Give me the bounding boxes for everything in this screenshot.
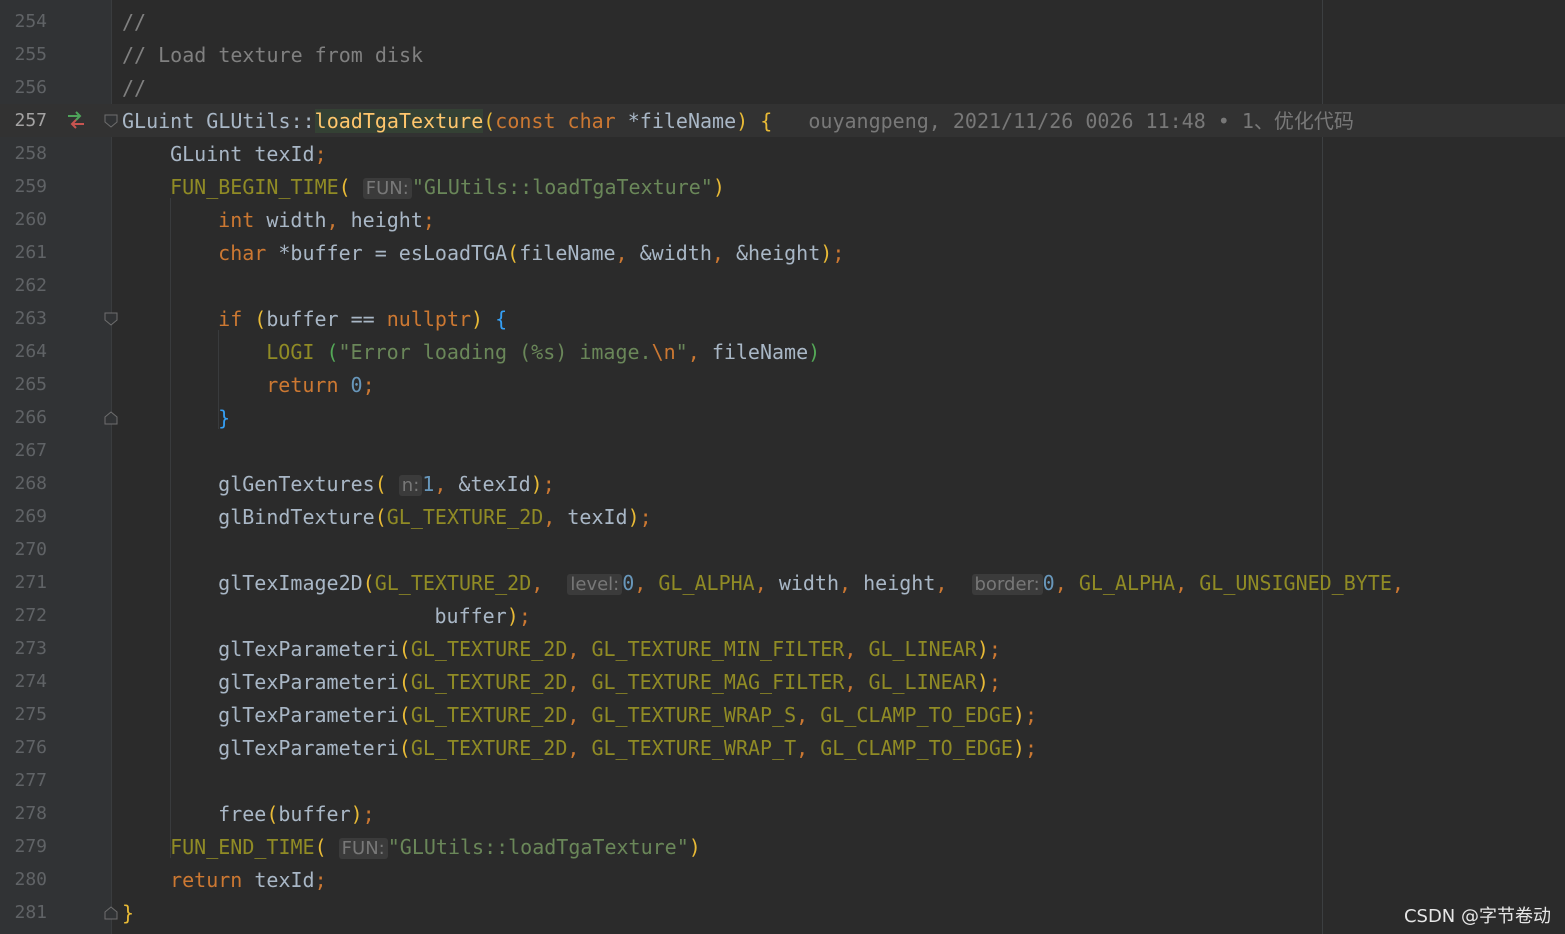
code-line[interactable]: 258 GLuint texId; (0, 137, 1565, 170)
code-text[interactable]: // Load texture from disk (122, 43, 423, 67)
code-line[interactable]: 272 buffer); (0, 599, 1565, 632)
fold-open-icon[interactable] (104, 312, 118, 326)
code-text[interactable]: return texId; (170, 868, 327, 892)
code-line[interactable]: 262 (0, 269, 1565, 302)
code-text[interactable]: } (122, 901, 134, 925)
code-text[interactable]: glTexParameteri(GL_TEXTURE_2D, GL_TEXTUR… (218, 736, 1037, 760)
param-hint: n: (398, 475, 423, 496)
code-line[interactable]: 280 return texId; (0, 863, 1565, 896)
fold-close-icon[interactable] (104, 411, 118, 425)
line-number[interactable]: 270 (0, 538, 47, 562)
line-number[interactable]: 255 (0, 43, 47, 67)
code-line[interactable]: 255 // Load texture from disk (0, 38, 1565, 71)
code-line[interactable]: 264 LOGI ("Error loading (%s) image.\n", … (0, 335, 1565, 368)
line-number[interactable]: 258 (0, 142, 47, 166)
fold-open-icon[interactable] (104, 114, 118, 128)
implements-arrows-icon[interactable] (66, 110, 86, 130)
code-line[interactable]: 281} (0, 896, 1565, 929)
line-number[interactable]: 256 (0, 76, 47, 100)
line-number[interactable]: 273 (0, 637, 47, 661)
line-number[interactable]: 277 (0, 769, 47, 793)
line-number[interactable]: 271 (0, 571, 47, 595)
code-line[interactable]: 269 glBindTexture(GL_TEXTURE_2D, texId); (0, 500, 1565, 533)
code-line[interactable]: 268 glGenTextures( n: 1, &texId); (0, 467, 1565, 500)
line-number[interactable]: 279 (0, 835, 47, 859)
code-line[interactable]: 275 glTexParameteri(GL_TEXTURE_2D, GL_TEX… (0, 698, 1565, 731)
line-number[interactable]: 280 (0, 868, 47, 892)
param-hint: border: (971, 574, 1043, 595)
code-editor[interactable]: 254//255// Load texture from disk 256//25… (0, 0, 1565, 934)
param-hint: FUN: (362, 178, 412, 199)
code-line[interactable]: 254 // (0, 5, 1565, 38)
code-line[interactable]: 271 glTexImage2D(GL_TEXTURE_2D, level: 0, … (0, 566, 1565, 599)
code-text[interactable]: GLuint texId; (170, 142, 327, 166)
line-number[interactable]: 263 (0, 307, 47, 331)
code-text[interactable]: LOGI ("Error loading (%s) image.\n", fil… (266, 340, 820, 364)
line-number[interactable]: 259 (0, 175, 47, 199)
code-line[interactable]: 267 (0, 434, 1565, 467)
code-text[interactable]: glGenTextures( n: 1, &texId); (218, 472, 555, 498)
code-line[interactable]: 277 (0, 764, 1565, 797)
code-text[interactable]: glTexParameteri(GL_TEXTURE_2D, GL_TEXTUR… (218, 703, 1037, 727)
code-text[interactable]: glTexImage2D(GL_TEXTURE_2D, level: 0, GL_… (218, 571, 1404, 597)
code-text[interactable]: char *buffer = esLoadTGA(fileName, &widt… (218, 241, 844, 265)
code-text[interactable]: if (buffer == nullptr) { (218, 307, 507, 331)
code-text[interactable]: GLuint GLUtils::loadTgaTexture(const cha… (122, 109, 1354, 133)
code-line[interactable]: 279 FUN_END_TIME( FUN: "GLUtils::loadTgaTe… (0, 830, 1565, 863)
line-number[interactable]: 268 (0, 472, 47, 496)
git-blame-annotation[interactable]: ouyangpeng, 2021/11/26 0026 11:48 • 1、优化… (808, 109, 1354, 133)
code-line[interactable]: 273 glTexParameteri(GL_TEXTURE_2D, GL_TEX… (0, 632, 1565, 665)
code-line[interactable]: 276 glTexParameteri(GL_TEXTURE_2D, GL_TEX… (0, 731, 1565, 764)
code-line[interactable]: 265 return 0; (0, 368, 1565, 401)
line-number[interactable]: 261 (0, 241, 47, 265)
code-text[interactable]: glBindTexture(GL_TEXTURE_2D, texId); (218, 505, 652, 529)
line-number[interactable]: 265 (0, 373, 47, 397)
line-number[interactable]: 275 (0, 703, 47, 727)
line-number[interactable]: 260 (0, 208, 47, 232)
code-line[interactable]: 260 int width, height; (0, 203, 1565, 236)
code-text[interactable]: } (218, 406, 230, 430)
code-text[interactable]: // (122, 76, 146, 100)
code-text[interactable]: free(buffer); (218, 802, 375, 826)
code-line[interactable]: 261 char *buffer = esLoadTGA(fileName, &w… (0, 236, 1565, 269)
code-text[interactable]: // (122, 10, 146, 34)
watermark: CSDN @字节卷动 (1403, 906, 1551, 927)
code-text[interactable]: FUN_BEGIN_TIME( FUN: "GLUtils::loadTgaTex… (170, 175, 725, 201)
line-number[interactable]: 266 (0, 406, 47, 430)
code-line[interactable]: 259 FUN_BEGIN_TIME( FUN: "GLUtils::loadTga… (0, 170, 1565, 203)
line-number[interactable]: 274 (0, 670, 47, 694)
line-number[interactable]: 281 (0, 901, 47, 925)
code-text[interactable]: FUN_END_TIME( FUN: "GLUtils::loadTgaTextu… (170, 835, 701, 861)
param-hint: FUN: (338, 838, 388, 859)
code-text[interactable]: glTexParameteri(GL_TEXTURE_2D, GL_TEXTUR… (218, 670, 1001, 694)
line-number[interactable]: 257 (0, 109, 47, 133)
code-text[interactable]: buffer); (435, 604, 531, 628)
code-line[interactable]: 270 (0, 533, 1565, 566)
line-number[interactable]: 276 (0, 736, 47, 760)
line-number[interactable]: 262 (0, 274, 47, 298)
code-line[interactable]: 274 glTexParameteri(GL_TEXTURE_2D, GL_TEX… (0, 665, 1565, 698)
code-text[interactable]: return 0; (266, 373, 374, 397)
line-number[interactable]: 267 (0, 439, 47, 463)
code-line[interactable]: 257 GLuint GLUtils::loadTgaTexture(const … (0, 104, 1565, 137)
code-text[interactable]: glTexParameteri(GL_TEXTURE_2D, GL_TEXTUR… (218, 637, 1001, 661)
code-line[interactable]: 256 // (0, 71, 1565, 104)
line-number[interactable]: 278 (0, 802, 47, 826)
code-line[interactable]: 266} (0, 401, 1565, 434)
param-hint: level: (567, 574, 623, 595)
fold-close-icon[interactable] (104, 906, 118, 920)
line-number[interactable]: 254 (0, 10, 47, 34)
line-number[interactable]: 264 (0, 340, 47, 364)
line-number[interactable]: 272 (0, 604, 47, 628)
line-number[interactable]: 269 (0, 505, 47, 529)
code-line[interactable]: 263 if (buffer == nullptr) { (0, 302, 1565, 335)
code-text[interactable]: int width, height; (218, 208, 435, 232)
code-line[interactable]: 278 free(buffer); (0, 797, 1565, 830)
